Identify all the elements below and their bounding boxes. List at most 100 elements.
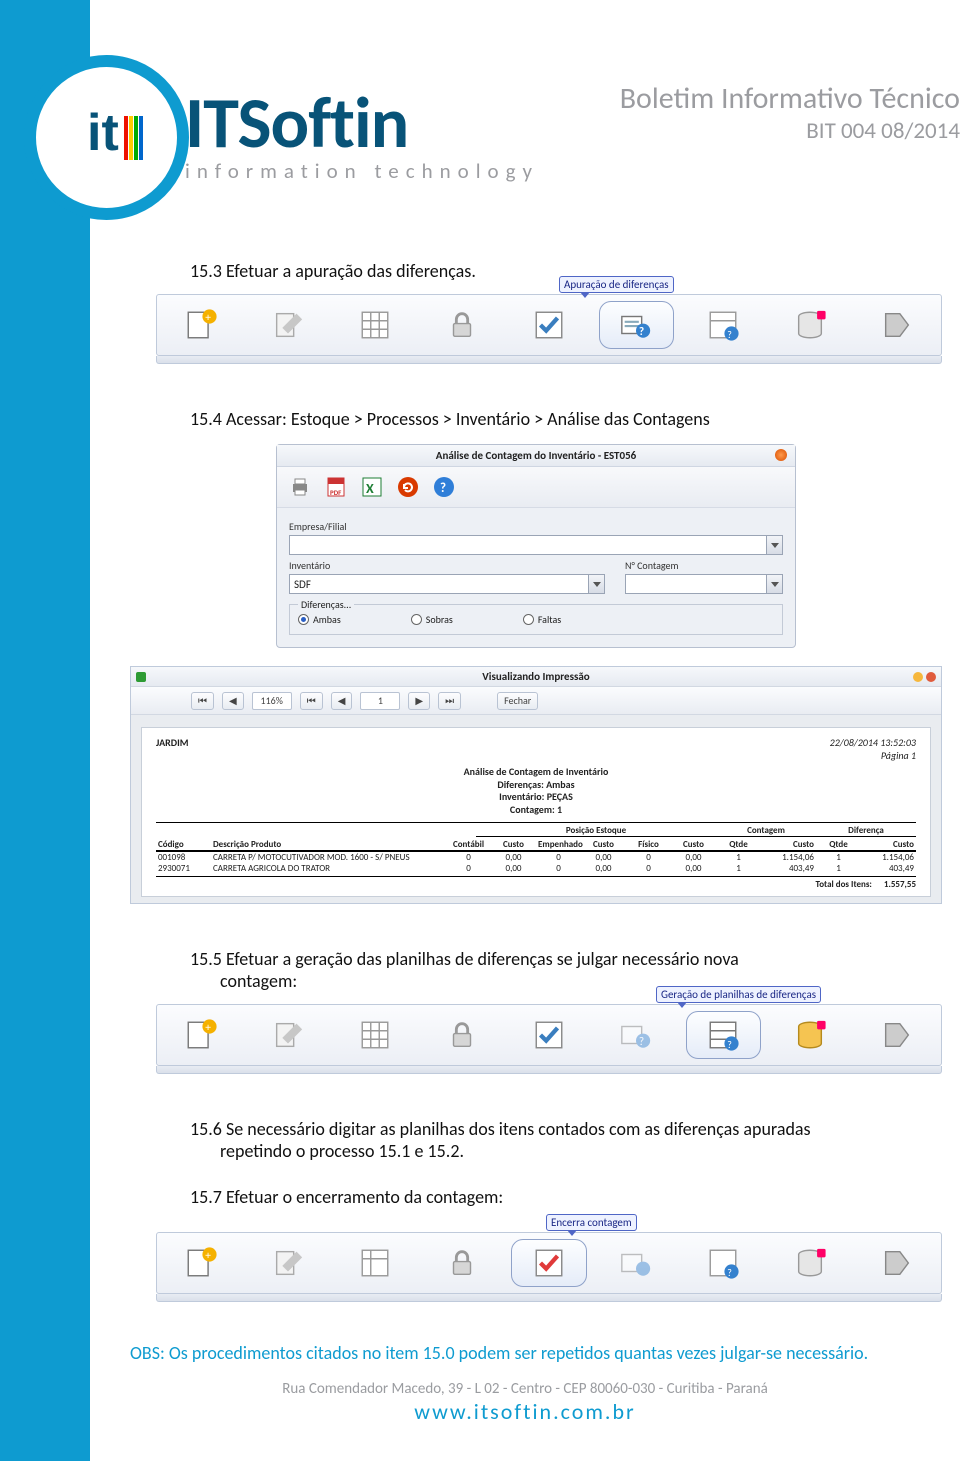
tool-edit-button[interactable] xyxy=(244,1233,331,1293)
nav-prev-button[interactable]: ◀ xyxy=(222,692,244,710)
report-title-4: Contagem: 1 xyxy=(156,804,916,817)
nav-first-button[interactable]: ⏮ xyxy=(191,692,214,710)
nav-next-page-button[interactable]: ▶ xyxy=(408,692,430,710)
colgroup-diferenca: Diferença xyxy=(816,825,916,837)
svg-text:+: + xyxy=(205,1021,211,1035)
print-button[interactable] xyxy=(285,472,315,502)
fieldset-legend: Diferenças... xyxy=(298,598,354,611)
nav-first-page-button[interactable]: ⏮ xyxy=(300,692,323,710)
report-page: JARDIM 22/08/2014 13:52:03 Página 1 Anál… xyxy=(141,727,931,897)
label-inventario: Inventário xyxy=(289,559,605,572)
page-footer: Rua Comendador Macedo, 39 - L 02 - Centr… xyxy=(90,1380,960,1425)
svg-text:?: ? xyxy=(639,1035,644,1049)
footer-address: Rua Comendador Macedo, 39 - L 02 - Centr… xyxy=(90,1380,960,1398)
chevron-down-icon[interactable] xyxy=(588,575,604,593)
svg-text:PDF: PDF xyxy=(330,488,342,497)
radio-ambas[interactable]: Ambas xyxy=(298,613,341,626)
input-ncontagem[interactable] xyxy=(625,574,783,594)
tool-db-button[interactable] xyxy=(767,1005,854,1065)
table-header: Código Descrição Produto Contábil Custo … xyxy=(156,839,916,850)
tool-tag-button[interactable] xyxy=(854,295,941,355)
section-15-6: 15.6 Se necessário digitar as planilhas … xyxy=(220,1118,942,1162)
help-button[interactable]: ? xyxy=(429,472,459,502)
total-label: Total dos Itens: xyxy=(816,879,872,890)
toolbar-3: + ? xyxy=(156,1232,942,1294)
tool-tag-button[interactable] xyxy=(854,1005,941,1065)
tool-new-button[interactable]: + xyxy=(157,1005,244,1065)
header-subtitle: BIT 004 08/2014 xyxy=(620,117,960,145)
tool-grid-button[interactable] xyxy=(331,1233,418,1293)
brand-badge: it xyxy=(24,55,189,220)
nav-prev-page-button[interactable]: ◀ xyxy=(331,692,353,710)
header-title: Boletim Informativo Técnico xyxy=(620,80,960,117)
tool-db-button[interactable] xyxy=(767,295,854,355)
chevron-down-icon[interactable] xyxy=(766,536,782,554)
input-empresa[interactable] xyxy=(289,535,783,555)
tool-grid-button[interactable] xyxy=(331,295,418,355)
radio-sobras[interactable]: Sobras xyxy=(411,613,453,626)
excel-button[interactable]: X xyxy=(357,472,387,502)
toolbar-1: + ? ? xyxy=(156,294,942,356)
footer-url: www.itsoftin.com.br xyxy=(90,1398,960,1425)
tool-db-button[interactable] xyxy=(767,1233,854,1293)
section-15-5: 15.5 Efetuar a geração das planilhas de … xyxy=(220,948,942,992)
close-icon[interactable] xyxy=(775,449,787,461)
toolbar-2: + ? ? xyxy=(156,1004,942,1066)
tool-apuracao-faded-button[interactable]: ? xyxy=(593,1005,680,1065)
form-title: Análise de Contagem do Inventário - EST0… xyxy=(436,449,636,462)
tool-new-button[interactable]: + xyxy=(157,295,244,355)
tooltip-geracao: Geração de planilhas de diferenças xyxy=(656,986,821,1003)
total-value: 1.557,55 xyxy=(884,879,916,890)
tool-report-help-button[interactable]: ? xyxy=(680,1233,767,1293)
table-row: 2930071 CARRETA AGRICOLA DO TRATOR 0 0,0… xyxy=(156,863,916,874)
close-preview-button[interactable]: Fechar xyxy=(497,692,538,710)
tooltip-apuracao: Apuração de diferenças xyxy=(559,276,674,293)
zoom-level[interactable]: 116% xyxy=(252,692,292,710)
tool-edit-button[interactable] xyxy=(244,1005,331,1065)
tool-new-button[interactable]: + xyxy=(157,1233,244,1293)
svg-text:?: ? xyxy=(727,1039,732,1051)
pdf-button[interactable]: PDF xyxy=(321,472,351,502)
brand-logo-block: it ITSoftin information technology xyxy=(24,55,539,220)
report-datetime: 22/08/2014 13:52:03 xyxy=(830,736,916,749)
section-15-7: 15.7 Efetuar o encerramento da contagem: xyxy=(220,1186,942,1208)
table-row: 001098 CARRETA P/ MOTOCUTIVADOR MOD. 160… xyxy=(156,852,916,863)
radio-faltas[interactable]: Faltas xyxy=(523,613,561,626)
svg-text:+: + xyxy=(205,311,211,325)
label-ncontagem: N° Contagem xyxy=(625,559,783,572)
refresh-button[interactable] xyxy=(393,472,423,502)
tool-encerra-button[interactable] xyxy=(505,1233,592,1293)
input-inventario[interactable]: SDF xyxy=(289,574,605,594)
brand-name: ITSoftin xyxy=(185,91,539,156)
chevron-down-icon[interactable] xyxy=(766,575,782,593)
obs-text: OBS: Os procedimentos citados no item 15… xyxy=(130,1342,942,1364)
tool-apuracao-faded-button[interactable] xyxy=(593,1233,680,1293)
preview-indicator-icon xyxy=(136,672,146,682)
tool-lock-button[interactable] xyxy=(418,1005,505,1065)
svg-text:?: ? xyxy=(727,1267,732,1279)
colgroup-contagem: Contagem xyxy=(716,825,816,837)
tool-lock-button[interactable] xyxy=(418,295,505,355)
print-preview-window: Visualizando Impressão ⏮ ◀ 116% ⏮ ◀ 1 ▶ … xyxy=(130,666,942,904)
page-number[interactable]: 1 xyxy=(360,692,400,710)
tool-grid-button[interactable] xyxy=(331,1005,418,1065)
svg-text:X: X xyxy=(366,480,374,497)
svg-text:it: it xyxy=(87,104,119,162)
section-15-4: 15.4 Acessar: Estoque > Processos > Inve… xyxy=(220,408,942,430)
report-company: JARDIM xyxy=(156,736,189,762)
tool-check-button[interactable] xyxy=(505,295,592,355)
tool-apuracao-button[interactable]: ? xyxy=(593,295,680,355)
label-empresa: Empresa/Filial xyxy=(289,520,783,533)
preview-title: Visualizando Impressão xyxy=(482,670,589,683)
tool-report-help-button[interactable]: ? xyxy=(680,295,767,355)
page-header-right: Boletim Informativo Técnico BIT 004 08/2… xyxy=(620,80,960,145)
tool-geracao-button[interactable]: ? xyxy=(680,1005,767,1065)
svg-text:?: ? xyxy=(440,481,446,496)
input-inventario-value: SDF xyxy=(294,578,311,591)
tool-check-button[interactable] xyxy=(505,1005,592,1065)
tool-edit-button[interactable] xyxy=(244,295,331,355)
it-icon: it xyxy=(57,88,157,188)
nav-last-page-button[interactable]: ⏭ xyxy=(438,692,461,710)
tool-tag-button[interactable] xyxy=(854,1233,941,1293)
tool-lock-button[interactable] xyxy=(418,1233,505,1293)
